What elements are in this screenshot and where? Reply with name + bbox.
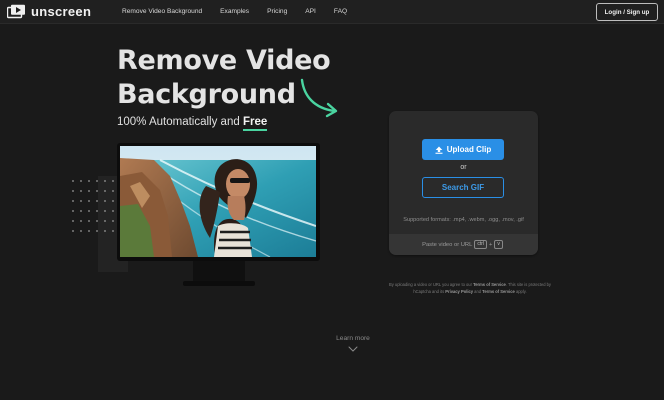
upload-clip-label: Upload Clip: [446, 145, 492, 154]
login-signup-button[interactable]: Login / Sign up: [596, 3, 658, 21]
video-preview-image: [120, 146, 316, 257]
or-separator: or: [460, 164, 467, 171]
logo-text: unscreen: [31, 4, 92, 19]
learn-more-link[interactable]: Learn more: [300, 335, 406, 342]
terms-text-1: By uploading a video or URL you agree to…: [389, 282, 474, 287]
supported-formats-text: Supported formats: .mp4, .webm, .ogg, .m…: [403, 217, 524, 223]
ctrl-key: ctrl: [474, 240, 488, 249]
nav-examples[interactable]: Examples: [220, 8, 249, 15]
logo[interactable]: unscreen: [7, 4, 91, 19]
hero-subtitle: 100% Automatically and Free: [117, 116, 268, 131]
hero-title-line-1: Remove Video: [117, 45, 331, 76]
paste-hint[interactable]: Paste video or URL ctrl + v: [389, 234, 538, 255]
paste-label: Paste video or URL: [422, 241, 473, 248]
monitor-stand-neck: [193, 261, 245, 281]
main-nav: Remove Video Background Examples Pricing…: [122, 8, 365, 15]
hcaptcha-terms-link[interactable]: Terms of Service: [482, 289, 515, 294]
hero-subtitle-prefix: 100% Automatically and: [117, 116, 243, 128]
curved-arrow-icon: [300, 78, 338, 118]
logo-play-icon: [7, 4, 25, 19]
nav-api[interactable]: API: [305, 8, 316, 15]
nav-remove-video-background[interactable]: Remove Video Background: [122, 8, 202, 15]
terms-text-4: apply.: [514, 289, 527, 294]
upload-arrow-icon: [435, 146, 443, 154]
search-gif-button[interactable]: Search GIF: [422, 177, 504, 198]
nav-faq[interactable]: FAQ: [334, 8, 347, 15]
plus-sign: +: [489, 241, 493, 248]
chevron-down-icon[interactable]: [348, 346, 358, 352]
dot-grid-decoration: [72, 180, 114, 232]
terms-of-service-link[interactable]: Terms of Service: [473, 282, 506, 287]
nav-pricing[interactable]: Pricing: [267, 8, 287, 15]
upload-clip-button[interactable]: Upload Clip: [422, 139, 504, 160]
top-nav-bar: unscreen Remove Video Background Example…: [0, 0, 664, 24]
v-key: v: [494, 240, 503, 249]
terms-text-3: and: [473, 289, 483, 294]
video-preview: [120, 146, 316, 257]
hero-subtitle-free: Free: [242, 116, 268, 131]
upload-panel: Upload Clip or Search GIF Supported form…: [389, 111, 538, 255]
monitor-stand-base: [183, 281, 255, 286]
privacy-policy-link[interactable]: Privacy Policy: [445, 289, 473, 294]
terms-notice: By uploading a video or URL you agree to…: [384, 281, 556, 295]
